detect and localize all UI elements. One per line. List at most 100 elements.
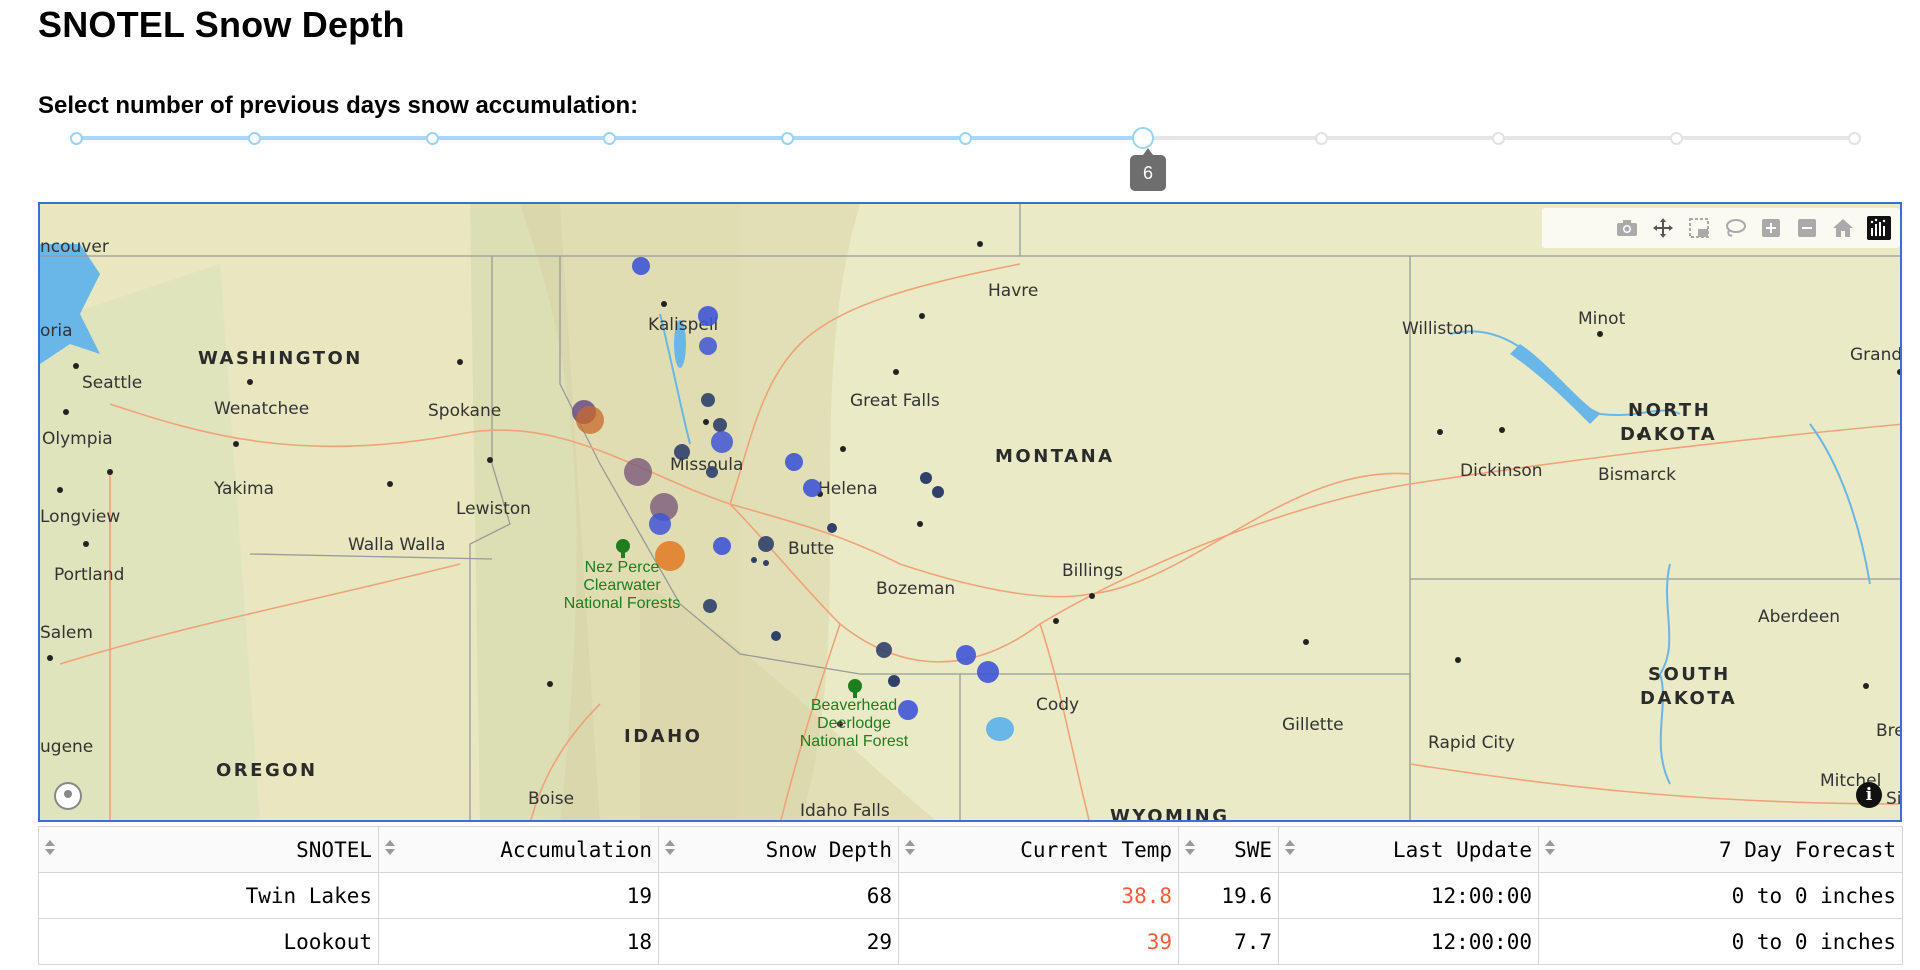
slider-mark[interactable] bbox=[1492, 132, 1506, 145]
slider-mark[interactable] bbox=[1314, 132, 1328, 145]
snotel-marker[interactable] bbox=[699, 337, 717, 355]
slider-mark[interactable] bbox=[1670, 132, 1684, 145]
slider-mark[interactable] bbox=[603, 132, 617, 145]
column-header[interactable]: SNOTEL bbox=[38, 826, 379, 873]
snotel-marker[interactable] bbox=[751, 557, 757, 563]
box-select-icon[interactable] bbox=[1686, 215, 1712, 241]
slider-mark[interactable] bbox=[425, 132, 439, 145]
sort-icon[interactable] bbox=[905, 840, 915, 858]
column-header[interactable]: Last Update bbox=[1278, 826, 1539, 873]
state-label: DAKOTA bbox=[1640, 688, 1737, 709]
sort-icon[interactable] bbox=[1545, 840, 1555, 858]
column-header-label: SNOTEL bbox=[296, 837, 372, 862]
lasso-icon[interactable] bbox=[1722, 215, 1748, 241]
column-header[interactable]: Snow Depth bbox=[658, 826, 899, 873]
snotel-marker[interactable] bbox=[698, 306, 718, 326]
snotel-marker[interactable] bbox=[713, 418, 727, 432]
table-header-row: SNOTEL Accumulation Snow Depth Current Temp… bbox=[38, 826, 1903, 873]
snotel-marker[interactable] bbox=[655, 541, 685, 571]
zoom-out-icon[interactable] bbox=[1794, 215, 1820, 241]
snotel-marker[interactable] bbox=[576, 406, 604, 434]
table-cell: 0 to 0 inches bbox=[1538, 918, 1903, 965]
zoom-in-icon[interactable] bbox=[1758, 215, 1784, 241]
snotel-marker[interactable] bbox=[977, 661, 999, 683]
place-label: Lewiston bbox=[456, 499, 531, 519]
map-canvas[interactable]: ncouver oria Seattle Olympia Longview Po… bbox=[40, 204, 1902, 822]
table-cell: 12:00:00 bbox=[1278, 872, 1539, 919]
place-label: Helena bbox=[818, 479, 878, 499]
state-label: WASHINGTON bbox=[198, 348, 363, 369]
snotel-map[interactable]: ncouver oria Seattle Olympia Longview Po… bbox=[38, 202, 1902, 822]
slider-mark[interactable] bbox=[959, 132, 972, 145]
snotel-marker[interactable] bbox=[758, 536, 774, 552]
state-label: SOUTH bbox=[1648, 664, 1731, 685]
place-label: oria bbox=[40, 321, 73, 341]
snotel-marker[interactable] bbox=[624, 458, 652, 486]
place-label: Portland bbox=[54, 565, 124, 585]
sort-icon[interactable] bbox=[665, 840, 675, 858]
snotel-marker[interactable] bbox=[632, 257, 650, 275]
forest-label: Deerlodge bbox=[817, 715, 891, 732]
snotel-marker[interactable] bbox=[888, 675, 900, 687]
place-label: Yakima bbox=[213, 479, 274, 499]
sort-icon[interactable] bbox=[1285, 840, 1295, 858]
column-header[interactable]: Current Temp bbox=[898, 826, 1179, 873]
pan-icon[interactable] bbox=[1650, 215, 1676, 241]
column-header-label: 7 Day Forecast bbox=[1718, 837, 1896, 862]
snotel-marker[interactable] bbox=[956, 645, 976, 665]
state-label: OREGON bbox=[216, 760, 318, 781]
sort-icon[interactable] bbox=[1185, 840, 1195, 858]
forest-label: National Forest bbox=[800, 733, 909, 750]
column-header[interactable]: Accumulation bbox=[378, 826, 659, 873]
snotel-marker[interactable] bbox=[649, 513, 671, 535]
place-label: Bre bbox=[1876, 721, 1902, 741]
snotel-marker[interactable] bbox=[785, 453, 803, 471]
snotel-marker[interactable] bbox=[827, 523, 837, 533]
plotly-logo-icon[interactable] bbox=[1866, 215, 1892, 241]
sort-icon[interactable] bbox=[385, 840, 395, 858]
table-row[interactable]: Twin Lakes 19 68 38.8 19.6 12:00:00 0 to 0 inc… bbox=[38, 872, 1903, 919]
slider-mark[interactable] bbox=[247, 132, 261, 145]
snotel-marker[interactable] bbox=[803, 479, 821, 497]
column-header[interactable]: 7 Day Forecast bbox=[1538, 826, 1903, 873]
table-cell: 19.6 bbox=[1178, 872, 1279, 919]
compass-icon[interactable] bbox=[54, 782, 82, 810]
slider-mark[interactable] bbox=[781, 132, 795, 145]
state-label: WYOMING bbox=[1110, 806, 1230, 822]
place-label: ugene bbox=[40, 737, 93, 757]
place-label: Idaho Falls bbox=[800, 801, 890, 821]
place-label: Gillette bbox=[1282, 715, 1344, 735]
snotel-marker[interactable] bbox=[771, 631, 781, 641]
place-label: Olympia bbox=[42, 429, 113, 449]
place-label: Dickinson bbox=[1460, 461, 1543, 481]
snotel-marker[interactable] bbox=[920, 472, 932, 484]
snotel-marker[interactable] bbox=[932, 486, 944, 498]
slider-mark[interactable] bbox=[1848, 132, 1861, 145]
snotel-marker[interactable] bbox=[703, 599, 717, 613]
sort-icon[interactable] bbox=[45, 840, 55, 858]
place-label: Boise bbox=[528, 789, 574, 809]
column-header-label: Last Update bbox=[1392, 837, 1532, 862]
snotel-marker[interactable] bbox=[763, 560, 769, 566]
table-cell: 68 bbox=[658, 872, 899, 919]
snotel-marker[interactable] bbox=[876, 642, 892, 658]
days-slider[interactable] bbox=[60, 126, 1870, 150]
info-icon[interactable]: i bbox=[1856, 782, 1882, 808]
snotel-marker[interactable] bbox=[713, 537, 731, 555]
camera-icon[interactable] bbox=[1614, 215, 1640, 241]
table-row[interactable]: Lookout 18 29 39 7.7 12:00:00 0 to 0 inches bbox=[38, 918, 1903, 965]
place-label: Walla Walla bbox=[348, 535, 445, 555]
state-label: IDAHO bbox=[624, 726, 702, 747]
reset-home-icon[interactable] bbox=[1830, 215, 1856, 241]
snotel-marker[interactable] bbox=[898, 700, 918, 720]
table-cell: 12:00:00 bbox=[1278, 918, 1539, 965]
snotel-marker[interactable] bbox=[711, 431, 733, 453]
snotel-marker[interactable] bbox=[706, 466, 718, 478]
slider-handle[interactable] bbox=[1131, 127, 1154, 149]
slider-mark[interactable] bbox=[70, 132, 83, 145]
snotel-marker[interactable] bbox=[701, 393, 715, 407]
snotel-marker[interactable] bbox=[674, 444, 690, 460]
table-cell: 18 bbox=[378, 918, 659, 965]
column-header[interactable]: SWE bbox=[1178, 826, 1279, 873]
place-label: Havre bbox=[988, 281, 1038, 301]
